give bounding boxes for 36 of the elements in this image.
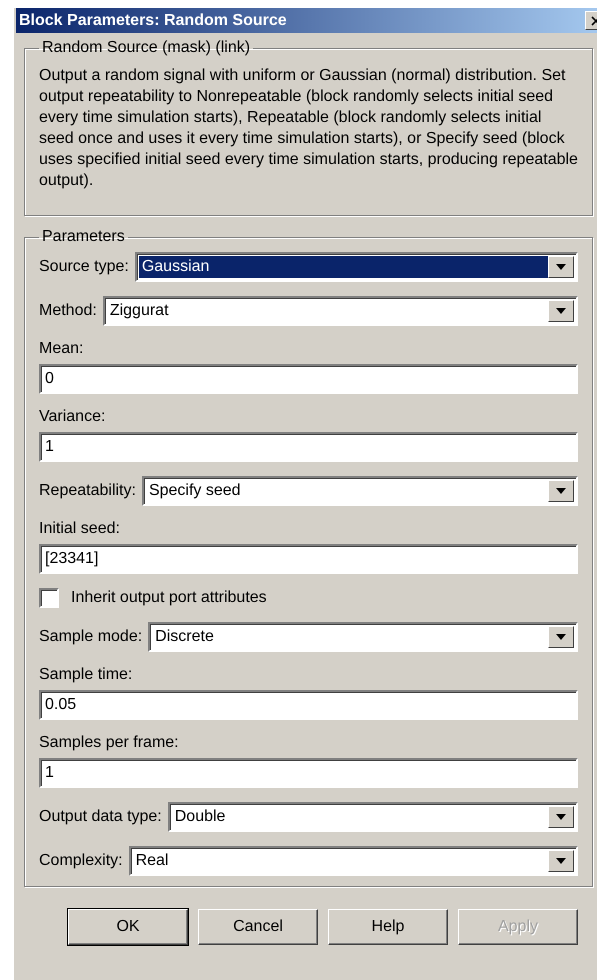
input-field[interactable]: 1	[39, 432, 578, 462]
group-heading: Parameters	[41, 228, 126, 246]
input-field[interactable]: 0	[39, 364, 578, 394]
field-label: Sample time:	[39, 666, 134, 684]
checkbox-label: Inherit output port attributes	[71, 589, 267, 607]
field-label: Mean:	[39, 340, 84, 358]
input-field[interactable]: 1	[39, 758, 578, 788]
dropdown-value: Real	[134, 851, 170, 871]
dialog-button[interactable]: Help	[328, 909, 448, 945]
field-label: Variance:	[39, 408, 106, 426]
input-field[interactable]: 0.05	[39, 690, 578, 720]
field-label: Source type:	[39, 258, 129, 276]
dropdown[interactable]: Real	[128, 846, 578, 876]
dropdown-value: Ziggurat	[108, 301, 170, 321]
field-label: Complexity:	[39, 852, 123, 870]
dropdown-value: Double	[174, 807, 226, 827]
dropdown[interactable]: Gaussian	[134, 252, 578, 282]
field-label: Method:	[39, 302, 97, 320]
dropdown[interactable]: Discrete	[148, 622, 578, 652]
dialog-button[interactable]: OK	[68, 909, 188, 945]
input-field[interactable]: [23341]	[39, 544, 578, 574]
dropdown-value: Gaussian	[138, 256, 548, 278]
description-text: Output a random signal with uniform or Gaussian (normal) distribution. Set output repeatability to Nonrepeatable (block randomly selects initial seed every time simulation starts), Repeatable (block randomly selects initial seed once and uses it every time simulation starts), or Specify seed (block uses specified initial seed every time simulation starts, producing repeatable output).	[39, 66, 578, 191]
dropdown[interactable]: Double	[168, 802, 578, 832]
dialog-button[interactable]: Cancel	[198, 909, 318, 945]
group-heading: Random Source (mask) (link)	[41, 39, 252, 57]
field-label: Samples per frame:	[39, 734, 180, 752]
field-label: Output data type:	[39, 808, 162, 826]
field-label: Sample mode:	[39, 628, 142, 646]
dropdown[interactable]: Ziggurat	[102, 296, 578, 326]
dropdown-value: Discrete	[154, 627, 215, 647]
dropdown[interactable]: Specify seed	[142, 476, 578, 506]
window-title: Block Parameters: Random Source	[18, 12, 287, 30]
dropdown-value: Specify seed	[148, 481, 242, 501]
field-label: Initial seed:	[39, 520, 121, 538]
field-label: Repeatability:	[39, 482, 136, 500]
